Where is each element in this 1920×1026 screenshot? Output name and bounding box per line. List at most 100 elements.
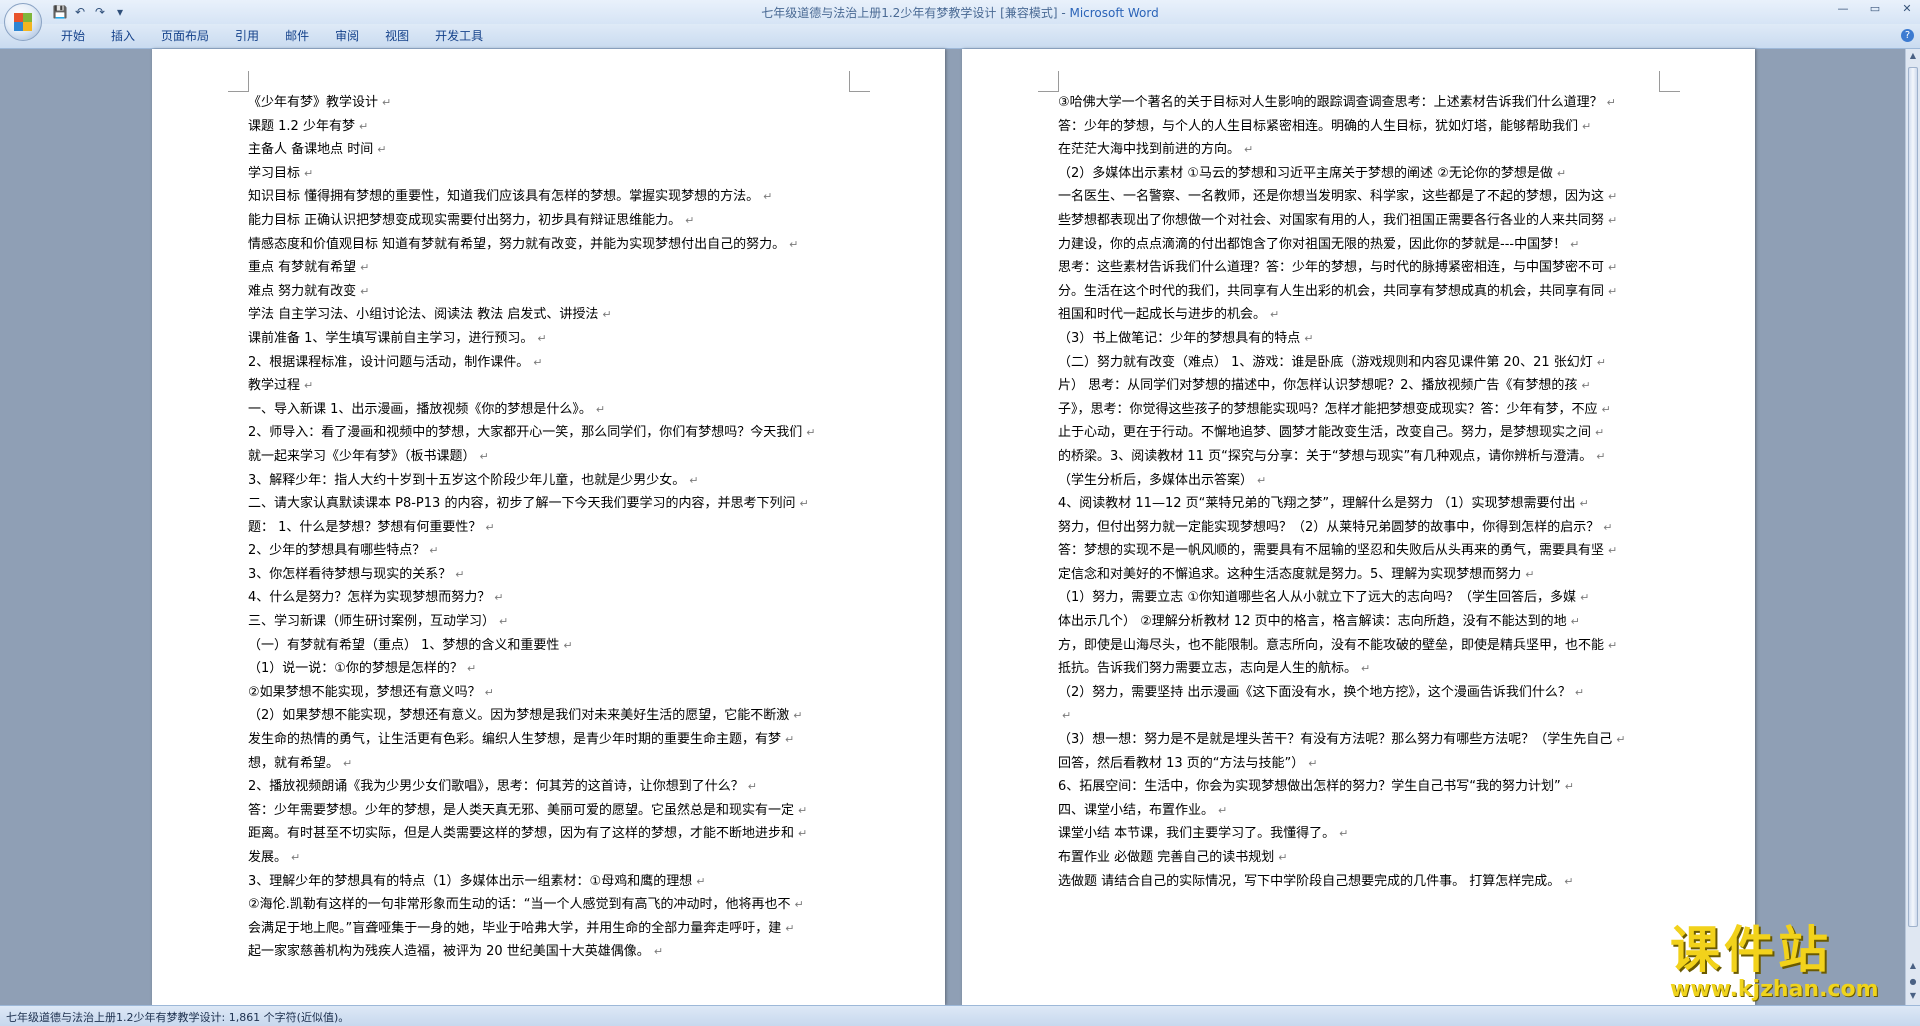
text-line[interactable]: 答：少年的梦想，与个人的人生目标紧密相连。明确的人生目标，犹如灯塔，能够帮助我们…: [1058, 115, 1664, 139]
text-line[interactable]: 祖国和时代一起成长与进步的机会。 ↵: [1058, 303, 1664, 327]
tab-mailings[interactable]: 邮件: [272, 24, 322, 48]
tab-review[interactable]: 审阅: [322, 24, 372, 48]
text-line[interactable]: 方，即使是山海尽头，也不能限制。意志所向，没有不能攻破的壁垒，即使是精兵坚甲，也…: [1058, 634, 1664, 658]
text-line[interactable]: 片） 思考：从同学们对梦想的描述中，你怎样认识梦想呢？2、播放视频广告《有梦想的…: [1058, 374, 1664, 398]
text-line[interactable]: 二、请大家认真默读课本 P8-P13 的内容，初步了解一下今天我们要学习的内容，…: [248, 492, 854, 516]
status-bar: 七年级道德与法治上册1.2少年有梦教学设计: 1,861 个字符(近似值)。: [0, 1005, 1920, 1026]
text-line[interactable]: 知识目标 懂得拥有梦想的重要性，知道我们应该具有怎样的梦想。掌握实现梦想的方法。…: [248, 185, 854, 209]
text-line[interactable]: 主备人 备课地点 时间 ↵: [248, 138, 854, 162]
line-text: （学生分析后，多媒体出示答案）: [1058, 472, 1254, 488]
text-line[interactable]: 2、少年的梦想具有哪些特点？ ↵: [248, 539, 854, 563]
paragraph-mark-icon: ↵: [806, 426, 816, 440]
text-line[interactable]: 努力，但付出努力就一定能实现梦想吗？（2）从莱特兄弟圆梦的故事中，你得到怎样的启…: [1058, 516, 1664, 540]
scroll-up-icon[interactable]: ▲: [1906, 51, 1920, 60]
text-line[interactable]: 6、拓展空间：生活中，你会为实现梦想做出怎样的努力？学生自己书写“我的努力计划”…: [1058, 775, 1664, 799]
line-text: 在茫茫大海中找到前进的方向。: [1058, 142, 1241, 158]
text-line[interactable]: 学习目标 ↵: [248, 162, 854, 186]
minimize-icon[interactable]: —: [1834, 2, 1852, 15]
tab-insert[interactable]: 插入: [98, 24, 148, 48]
text-line[interactable]: 情感态度和价值观目标 知道有梦就有希望，努力就有改变，并能为实现梦想付出自己的努…: [248, 233, 854, 257]
text-line[interactable]: 四、课堂小结，布置作业。 ↵: [1058, 799, 1664, 823]
text-line[interactable]: ↵: [1058, 704, 1664, 728]
maximize-icon[interactable]: ▭: [1866, 2, 1884, 15]
text-line[interactable]: 选做题 请结合自己的实际情况，写下中学阶段自己想要完成的几件事。 打算怎样完成。…: [1058, 870, 1664, 894]
text-line[interactable]: 发生命的热情的勇气，让生活更有色彩。编织人生梦想，是青少年时期的重要生命主题，有…: [248, 728, 854, 752]
page-1-text[interactable]: 《少年有梦》教学设计 ↵ 课题 1.2 少年有梦 ↵ 主备人 备课地点 时间 ↵ 学习目标 ↵…: [248, 91, 854, 964]
text-line[interactable]: 2、根据课程标准，设计问题与活动，制作课件。 ↵: [248, 351, 854, 375]
text-line[interactable]: 距离。有时甚至不切实际，但是人类需要这样的梦想，因为有了这样的梦想，才能不断地进…: [248, 822, 854, 846]
text-line[interactable]: （2）多媒体出示素材 ①马云的梦想和习近平主席关于梦想的阐述 ②无论你的梦想是做…: [1058, 162, 1664, 186]
text-line[interactable]: 一名医生、一名警察、一名教师，还是你想当发明家、科学家，这些都是了不起的梦想，因…: [1058, 185, 1664, 209]
text-line[interactable]: 些梦想都表现出了你想做一个对社会、对国家有用的人，我们祖国正需要各行各业的人来共…: [1058, 209, 1664, 233]
paragraph-mark-icon: ↵: [785, 921, 795, 935]
text-line[interactable]: 回答，然后看教材 13 页的“方法与技能”） ↵: [1058, 752, 1664, 776]
paragraph-mark-icon: ↵: [1062, 709, 1072, 723]
text-line[interactable]: 课前准备 1、学生填写课前自主学习，进行预习。 ↵: [248, 327, 854, 351]
text-line[interactable]: 4、阅读教材 11—12 页“莱特兄弟的飞翔之梦”，理解什么是努力 （1）实现梦…: [1058, 492, 1664, 516]
text-line[interactable]: 重点 有梦就有希望 ↵: [248, 256, 854, 280]
text-line[interactable]: （一）有梦就有希望（重点） 1、梦想的含义和重要性 ↵: [248, 634, 854, 658]
text-line[interactable]: 课题 1.2 少年有梦 ↵: [248, 115, 854, 139]
document-page-1[interactable]: 《少年有梦》教学设计 ↵ 课题 1.2 少年有梦 ↵ 主备人 备课地点 时间 ↵ 学习目标 ↵…: [152, 49, 945, 1005]
paragraph-mark-icon: ↵: [1579, 497, 1589, 511]
text-line[interactable]: （1）努力，需要立志 ①你知道哪些名人从小就立下了远大的志向吗？（学生回答后，多…: [1058, 586, 1664, 610]
text-line[interactable]: （2）努力，需要坚持 出示漫画《这下面没有水，换个地方挖》，这个漫画告诉我们什么…: [1058, 681, 1664, 705]
text-line[interactable]: （3）书上做笔记：少年的梦想具有的特点 ↵: [1058, 327, 1664, 351]
text-line[interactable]: 4、什么是努力？怎样为实现梦想而努力？ ↵: [248, 586, 854, 610]
text-line[interactable]: 就一起来学习《少年有梦》（板书课题） ↵: [248, 445, 854, 469]
text-line[interactable]: 学法 自主学习法、小组讨论法、阅读法 教法 启发式、讲授法 ↵: [248, 303, 854, 327]
tab-home[interactable]: 开始: [48, 24, 98, 48]
scroll-thumb[interactable]: [1908, 67, 1918, 927]
text-line[interactable]: 发展。 ↵: [248, 846, 854, 870]
text-line[interactable]: （二）努力就有改变（难点） 1、游戏：谁是卧底（游戏规则和内容见课件第 20、2…: [1058, 351, 1664, 375]
help-icon[interactable]: ?: [1901, 29, 1914, 42]
text-line[interactable]: ③哈佛大学一个著名的关于目标对人生影响的跟踪调查调查思考：上述素材告诉我们什么道…: [1058, 91, 1664, 115]
text-line[interactable]: 一、导入新课 1、出示漫画，播放视频《你的梦想是什么》。 ↵: [248, 398, 854, 422]
text-line[interactable]: 《少年有梦》教学设计 ↵: [248, 91, 854, 115]
text-line[interactable]: 在茫茫大海中找到前进的方向。 ↵: [1058, 138, 1664, 162]
text-line[interactable]: （学生分析后，多媒体出示答案） ↵: [1058, 469, 1664, 493]
status-word-count[interactable]: 七年级道德与法治上册1.2少年有梦教学设计: 1,861 个字符(近似值)。: [6, 1009, 349, 1025]
text-line[interactable]: 定信念和对美好的不懈追求。这种生活态度就是努力。5、理解为实现梦想而努力 ↵: [1058, 563, 1664, 587]
office-button[interactable]: [4, 3, 42, 41]
text-line[interactable]: 分。生活在这个时代的我们，共同享有人生出彩的机会，共同享有梦想成真的机会，共同享…: [1058, 280, 1664, 304]
text-line[interactable]: 题： 1、什么是梦想？梦想有何重要性？ ↵: [248, 516, 854, 540]
tab-references[interactable]: 引用: [222, 24, 272, 48]
text-line[interactable]: （2）如果梦想不能实现，梦想还有意义。因为梦想是我们对未来美好生活的愿望，它能不…: [248, 704, 854, 728]
tab-page-layout[interactable]: 页面布局: [148, 24, 222, 48]
text-line[interactable]: 会满足于地上爬。”盲聋哑集于一身的她，毕业于哈弗大学，并用生命的全部力量奔走呼吁…: [248, 917, 854, 941]
text-line[interactable]: 能力目标 正确认识把梦想变成现实需要付出努力，初步具有辩证思维能力。 ↵: [248, 209, 854, 233]
paragraph-mark-icon: ↵: [479, 449, 489, 463]
text-line[interactable]: 2、师导入：看了漫画和视频中的梦想，大家都开心一笑，那么同学们，你们有梦想吗？今…: [248, 421, 854, 445]
text-line[interactable]: 2、播放视频朗诵《我为少男少女们歌唱》，思考：何其芳的这首诗，让你想到了什么？ ↵: [248, 775, 854, 799]
text-line[interactable]: 子》，思考：你觉得这些孩子的梦想能实现吗？怎样才能把梦想变成现实？答：少年有梦，…: [1058, 398, 1664, 422]
text-line[interactable]: 的桥梁。3、阅读教材 11 页“探究与分享：关于“梦想与现实”有几种观点，请你辨…: [1058, 445, 1664, 469]
close-icon[interactable]: ✕: [1898, 2, 1916, 15]
vertical-scrollbar[interactable]: ▲ ▲ ● ▼: [1905, 49, 1920, 1005]
text-line[interactable]: 想，就有希望。 ↵: [248, 752, 854, 776]
text-line[interactable]: 难点 努力就有改变 ↵: [248, 280, 854, 304]
text-line[interactable]: 起一家家慈善机构为残疾人造福，被评为 20 世纪美国十大英雄偶像。 ↵: [248, 940, 854, 964]
text-line[interactable]: ②如果梦想不能实现，梦想还有意义吗？ ↵: [248, 681, 854, 705]
document-page-2[interactable]: ③哈佛大学一个著名的关于目标对人生影响的跟踪调查调查思考：上述素材告诉我们什么道…: [962, 49, 1755, 1005]
text-line[interactable]: ②海伦.凯勒有这样的一句非常形象而生动的话：“当一个人感觉到有高飞的冲动时，他将…: [248, 893, 854, 917]
text-line[interactable]: 3、解释少年：指人大约十岁到十五岁这个阶段少年儿童，也就是少男少女。 ↵: [248, 469, 854, 493]
text-line[interactable]: 布置作业 必做题 完善自己的读书规划 ↵: [1058, 846, 1664, 870]
text-line[interactable]: 3、你怎样看待梦想与现实的关系？ ↵: [248, 563, 854, 587]
tab-developer[interactable]: 开发工具: [422, 24, 496, 48]
text-line[interactable]: 3、理解少年的梦想具有的特点（1）多媒体出示一组素材：①母鸡和鹰的理想 ↵: [248, 870, 854, 894]
text-line[interactable]: （1）说一说：①你的梦想是怎样的？ ↵: [248, 657, 854, 681]
text-line[interactable]: 思考：这些素材告诉我们什么道理？答：少年的梦想，与时代的脉搏紧密相连，与中国梦密…: [1058, 256, 1664, 280]
text-line[interactable]: 三、学习新课（师生研讨案例，互动学习） ↵: [248, 610, 854, 634]
tab-view[interactable]: 视图: [372, 24, 422, 48]
page-2-text[interactable]: ③哈佛大学一个著名的关于目标对人生影响的跟踪调查调查思考：上述素材告诉我们什么道…: [1058, 91, 1664, 893]
text-line[interactable]: 答：少年需要梦想。少年的梦想，是人类天真无邪、美丽可爱的愿望。它虽然总是和现实有…: [248, 799, 854, 823]
text-line[interactable]: 课堂小结 本节课，我们主要学习了。我懂得了。 ↵: [1058, 822, 1664, 846]
text-line[interactable]: 力建设，你的点点滴滴的付出都饱含了你对祖国无限的热爱，因此你的梦就是---中国梦…: [1058, 233, 1664, 257]
text-line[interactable]: （3）想一想：努力是不是就是埋头苦干？有没有方法呢？那么努力有哪些方法呢？（学生…: [1058, 728, 1664, 752]
text-line[interactable]: 答：梦想的实现不是一帆风顺的，需要具有不屈输的坚忍和失败后从头再来的勇气，需要具…: [1058, 539, 1664, 563]
text-line[interactable]: 体出示几个） ②理解分析教材 12 页中的格言，格言解读：志向所趋，没有不能达到…: [1058, 610, 1664, 634]
text-line[interactable]: 教学过程 ↵: [248, 374, 854, 398]
text-line[interactable]: 抵抗。告诉我们努力需要立志，志向是人生的航标。 ↵: [1058, 657, 1664, 681]
text-line[interactable]: 止于心动，更在于行动。不懈地追梦、圆梦才能改变生活，改变自己。努力，是梦想现实之…: [1058, 421, 1664, 445]
